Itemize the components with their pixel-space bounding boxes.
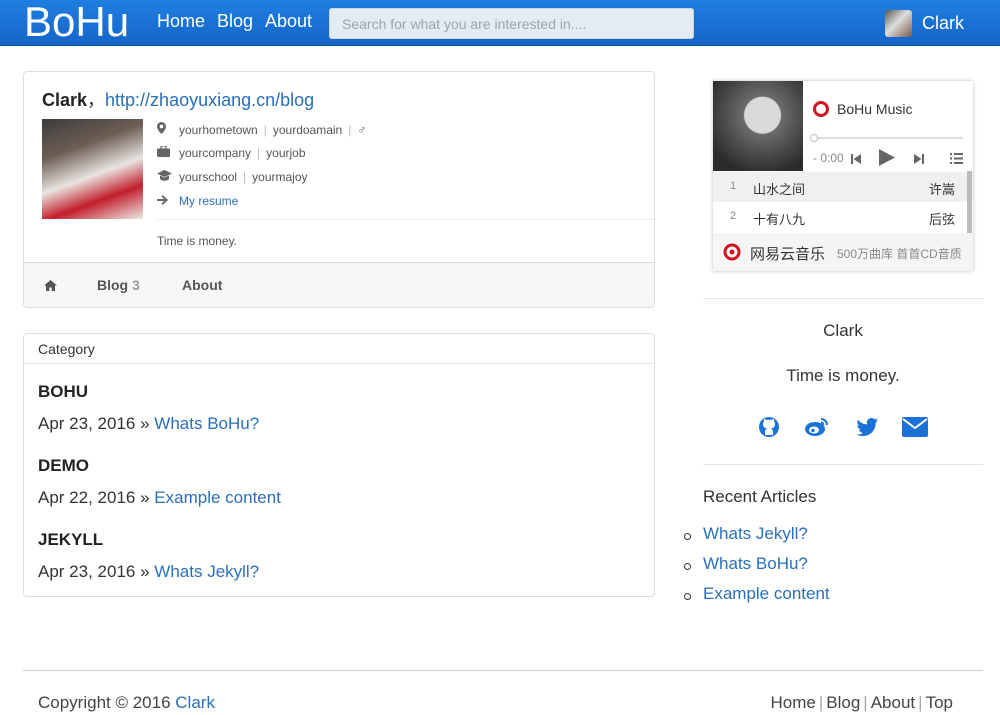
netease-music-icon — [813, 101, 829, 117]
playlist-scrollbar[interactable] — [967, 171, 972, 233]
netease-logo-icon — [723, 243, 741, 266]
track-item[interactable]: 2 十有八九 后弦 — [713, 202, 973, 232]
post-entry: Apr 22, 2016 » Example content — [38, 488, 281, 507]
player-footer[interactable]: 网易云音乐 500万曲库 首首CD音质 — [713, 233, 973, 271]
list-item: Whats Jekyll? — [684, 524, 830, 554]
list-item: Example content — [684, 584, 830, 614]
nav-home[interactable]: Home — [157, 11, 205, 32]
footer-home-link[interactable]: Home — [770, 693, 815, 712]
tab-blog[interactable]: Blog 3 — [97, 277, 140, 293]
github-icon[interactable] — [756, 416, 782, 438]
post-link[interactable]: Whats BoHu? — [154, 414, 259, 433]
email-icon[interactable] — [902, 416, 928, 438]
post-entry: Apr 23, 2016 » Whats Jekyll? — [38, 562, 260, 581]
profile-name: Clark — [42, 90, 88, 110]
recent-article-link[interactable]: Whats BoHu? — [703, 554, 808, 573]
album-cover[interactable] — [713, 81, 803, 171]
tab-about[interactable]: About — [182, 277, 222, 293]
search-input[interactable] — [329, 8, 694, 39]
recent-article-link[interactable]: Example content — [703, 584, 830, 603]
track-item[interactable]: 1 山水之间 许嵩 — [713, 172, 973, 202]
divider — [703, 298, 983, 299]
footer-top-link[interactable]: Top — [926, 693, 953, 712]
nav-blog[interactable]: Blog — [217, 11, 253, 32]
copyright: Copyright © 2016 Clark — [38, 693, 215, 712]
blog-count: 3 — [132, 277, 140, 293]
profile-url[interactable]: http://zhaoyuxiang.cn/blog — [105, 90, 314, 110]
profile-motto: Time is money. — [157, 234, 238, 248]
footer-blog-link[interactable]: Blog — [826, 693, 860, 712]
avatar — [885, 9, 912, 37]
progress-knob[interactable] — [810, 134, 818, 142]
recent-articles-title: Recent Articles — [703, 487, 817, 506]
music-player: BoHu Music - 0:00 1 山水之间 许嵩 2 十有八九 后弦 网易… — [713, 81, 973, 271]
info-work: yourcompany | yourjob — [157, 145, 306, 160]
profile-header: Clark，http://zhaoyuxiang.cn/blog — [42, 90, 315, 110]
user-menu[interactable]: Clark — [885, 9, 964, 37]
profile-tabs: Blog 3 About — [24, 262, 654, 307]
nav-about[interactable]: About — [265, 11, 312, 32]
copyright-owner-link[interactable]: Clark — [175, 693, 215, 712]
user-name: Clark — [922, 12, 965, 33]
footer-nav: Home | Blog | About | Top — [770, 693, 953, 712]
map-marker-icon — [157, 122, 173, 137]
twitter-icon[interactable] — [854, 416, 880, 438]
divider — [703, 464, 983, 465]
home-icon[interactable] — [44, 278, 57, 294]
time-display: - 0:00 — [813, 151, 844, 165]
play-icon[interactable] — [879, 149, 895, 169]
info-school: yourschool | yourmajoy — [157, 170, 308, 184]
info-location: yourhometown | yourdoamain | ♂ — [157, 122, 366, 137]
playlist-icon[interactable] — [950, 152, 963, 167]
list-item: Whats BoHu? — [684, 554, 830, 584]
graduation-cap-icon — [157, 170, 173, 184]
next-icon[interactable] — [914, 152, 924, 167]
navbar: BoHu Home Blog About Clark — [0, 0, 1000, 46]
sidebar-name: Clark — [823, 321, 863, 340]
briefcase-icon — [157, 145, 173, 160]
info-resume: My resume — [157, 194, 238, 208]
progress-bar[interactable] — [810, 134, 963, 142]
gender-icon: ♂ — [357, 122, 367, 137]
post-link[interactable]: Whats Jekyll? — [154, 562, 259, 581]
divider — [157, 219, 654, 220]
category-title: JEKYLL — [38, 530, 104, 549]
resume-link[interactable]: My resume — [179, 194, 238, 208]
category-header: Category — [24, 334, 654, 364]
category-card: Category BOHU Apr 23, 2016 » Whats BoHu?… — [23, 333, 655, 597]
previous-icon[interactable] — [851, 152, 861, 167]
post-entry: Apr 23, 2016 » Whats BoHu? — [38, 414, 260, 433]
weibo-icon[interactable] — [804, 416, 830, 438]
arrow-right-icon — [157, 194, 173, 208]
player-title: BoHu Music — [813, 101, 912, 117]
footer-divider — [23, 670, 983, 671]
recent-articles-list: Whats Jekyll? Whats BoHu? Example conten… — [684, 524, 830, 614]
category-title: BOHU — [38, 382, 89, 401]
category-title: DEMO — [38, 456, 89, 475]
brand-logo[interactable]: BoHu — [24, 0, 129, 44]
recent-article-link[interactable]: Whats Jekyll? — [703, 524, 808, 543]
profile-photo — [42, 119, 143, 219]
profile-card: Clark，http://zhaoyuxiang.cn/blog yourhom… — [23, 71, 655, 308]
post-link[interactable]: Example content — [154, 488, 281, 507]
sidebar-motto: Time is money. — [786, 366, 900, 385]
footer-about-link[interactable]: About — [871, 693, 915, 712]
